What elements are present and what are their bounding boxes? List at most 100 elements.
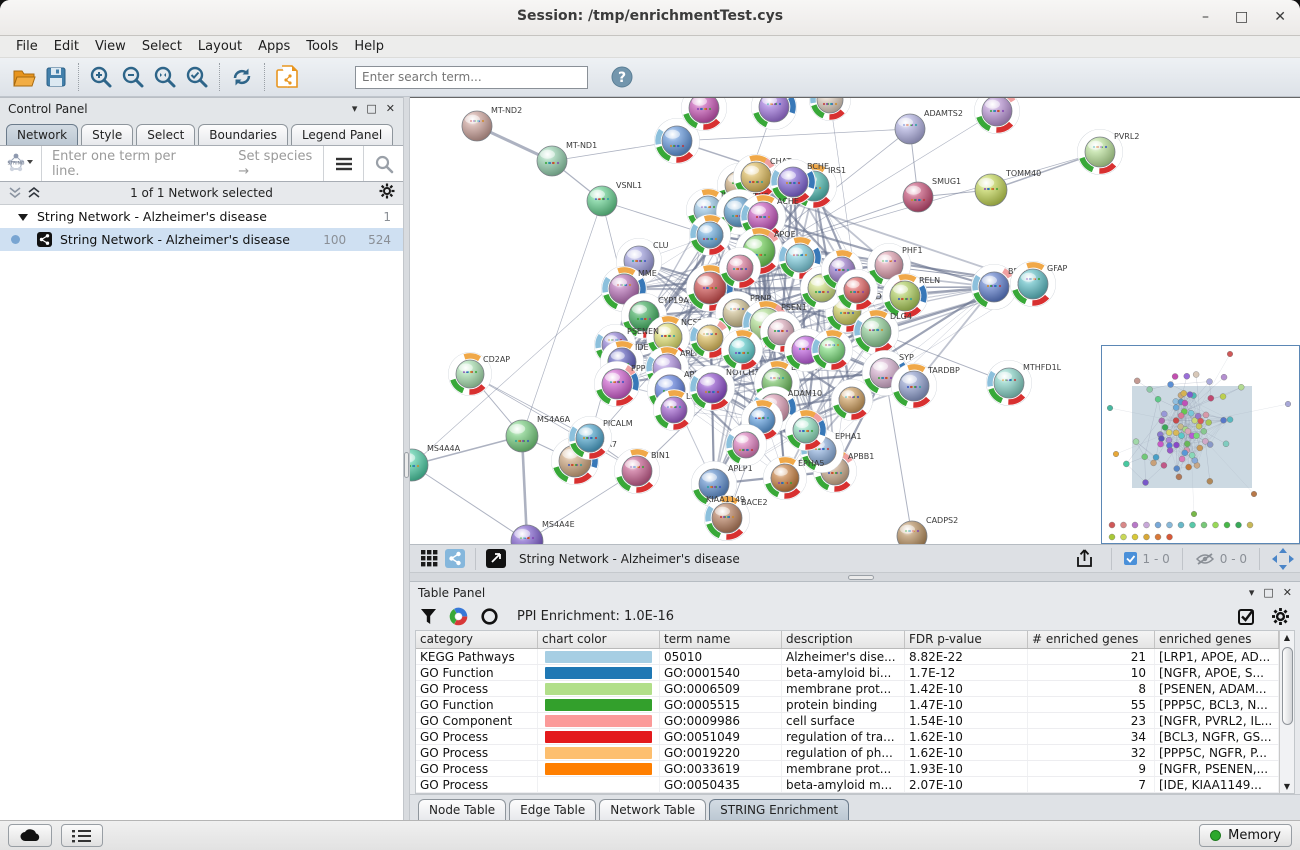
hidden-eye-icon[interactable]	[1195, 552, 1215, 566]
help-icon[interactable]: ?	[606, 61, 638, 93]
grid-view-icon[interactable]	[416, 543, 442, 575]
zoom-fit-icon[interactable]	[149, 61, 181, 93]
open-in-new-icon[interactable]	[483, 543, 509, 575]
table-row[interactable]: GO ProcessGO:0051049regulation of tra...…	[416, 729, 1279, 745]
network-node[interactable]: PVRL2	[1078, 130, 1140, 175]
network-node[interactable]	[832, 380, 873, 421]
save-session-button[interactable]	[40, 61, 72, 93]
scroll-up-icon[interactable]: ▲	[1281, 633, 1293, 642]
vertical-splitter[interactable]	[403, 97, 410, 820]
open-file-button[interactable]	[8, 61, 40, 93]
network-node[interactable]	[722, 330, 763, 371]
network-node[interactable]: CADPS2	[897, 516, 958, 544]
network-node[interactable]: DLG4	[854, 310, 912, 355]
table-tab-edge-table[interactable]: Edge Table	[509, 799, 596, 820]
splitter-grip[interactable]	[404, 452, 409, 478]
scroll-thumb[interactable]	[1282, 647, 1293, 725]
string-share-icon[interactable]	[442, 543, 468, 575]
table-row[interactable]: GO FunctionGO:0005515protein binding1.47…	[416, 697, 1279, 713]
zoom-out-icon[interactable]	[117, 61, 149, 93]
column-header-chart-color[interactable]: chart color	[538, 631, 660, 648]
set-species-label[interactable]: Set species →	[238, 149, 323, 179]
minimize-button[interactable]: –	[1202, 7, 1209, 27]
network-node[interactable]: ADAMTS2	[895, 109, 963, 144]
network-node[interactable]	[786, 410, 827, 451]
horizontal-splitter[interactable]	[410, 572, 1300, 581]
network-node[interactable]: MS4A4A	[410, 444, 461, 481]
table-tab-string-enrichment[interactable]: STRING Enrichment	[709, 799, 849, 820]
menu-apps[interactable]: Apps	[250, 36, 298, 58]
table-row[interactable]: GO ProcessGO:0019220regulation of ph...1…	[416, 745, 1279, 761]
menu-select[interactable]: Select	[134, 36, 190, 58]
table-scrollbar[interactable]: ▲ ▼	[1279, 631, 1294, 793]
panel-close-icon[interactable]: ✕	[1283, 586, 1292, 599]
table-row[interactable]: GO ProcessGO:0033619membrane prot...1.93…	[416, 761, 1279, 777]
menu-tools[interactable]: Tools	[298, 36, 346, 58]
network-node[interactable]	[837, 270, 878, 311]
menu-layout[interactable]: Layout	[190, 36, 250, 58]
table-row[interactable]: GO ComponentGO:0009986cell surface1.54E-…	[416, 713, 1279, 729]
collapse-triangle-icon[interactable]	[18, 213, 28, 221]
network-node[interactable]: CD2AP	[449, 353, 511, 396]
menu-edit[interactable]: Edit	[46, 36, 87, 58]
tab-select[interactable]: Select	[136, 124, 195, 145]
table-gear-icon[interactable]	[1271, 607, 1290, 626]
panel-close-icon[interactable]: ✕	[386, 102, 395, 115]
birdseye-toggle-icon[interactable]	[1272, 548, 1294, 570]
network-node[interactable]	[810, 98, 851, 121]
network-view[interactable]: MT-ND2MT-ND1VSNL1GAB2ADAMTS2SMUG1TOMM40P…	[410, 97, 1300, 544]
birdseye-panel[interactable]	[1101, 345, 1300, 544]
splitter-grip[interactable]	[848, 575, 874, 580]
ring-chart-icon[interactable]	[480, 607, 499, 626]
network-node[interactable]	[726, 425, 767, 466]
table-tab-network-table[interactable]: Network Table	[599, 799, 706, 820]
network-tree-row[interactable]: String Network - Alzheimer's disease1005…	[0, 228, 403, 251]
tab-boundaries[interactable]: Boundaries	[198, 124, 288, 145]
select-all-checkbox-icon[interactable]	[1238, 607, 1257, 626]
export-network-icon[interactable]	[1071, 543, 1099, 575]
menu-help[interactable]: Help	[346, 36, 392, 58]
network-node[interactable]: GFAP	[1011, 262, 1068, 307]
tab-legend-panel[interactable]: Legend Panel	[291, 124, 393, 145]
network-node[interactable]: MT-ND1	[537, 141, 597, 176]
zoom-in-icon[interactable]	[85, 61, 117, 93]
table-row[interactable]: KEGG Pathways05010Alzheimer's dise...8.8…	[416, 649, 1279, 665]
chart-settings-icon[interactable]	[449, 607, 468, 626]
network-node[interactable]: TARDBP	[892, 364, 960, 409]
refresh-icon[interactable]	[226, 61, 258, 93]
tab-style[interactable]: Style	[81, 124, 133, 145]
network-options-gear-icon[interactable]	[379, 183, 395, 203]
network-node[interactable]: TOMM40	[975, 169, 1041, 206]
network-tree-row[interactable]: String Network - Alzheimer's disease1	[0, 205, 403, 228]
network-node[interactable]	[975, 98, 1020, 134]
table-tab-node-table[interactable]: Node Table	[418, 799, 506, 820]
panel-menu-icon[interactable]: ▾	[352, 102, 358, 115]
column-header--enriched-genes[interactable]: # enriched genes	[1028, 631, 1155, 648]
cloud-button[interactable]	[8, 824, 52, 847]
network-node[interactable]	[752, 98, 797, 130]
column-header-FDR-p-value[interactable]: FDR p-value	[905, 631, 1028, 648]
close-button[interactable]: ✕	[1274, 7, 1286, 27]
memory-button[interactable]: Memory	[1199, 824, 1292, 847]
network-node[interactable]	[690, 215, 731, 256]
string-logo-dropdown[interactable]: STRING	[0, 146, 42, 181]
copy-network-icon[interactable]	[271, 61, 303, 93]
selected-checkbox-icon[interactable]	[1124, 552, 1138, 566]
string-menu-icon[interactable]	[323, 146, 363, 181]
network-node[interactable]: MT-ND2	[462, 106, 522, 141]
panel-menu-icon[interactable]: ▾	[1249, 586, 1255, 599]
table-row[interactable]: GO FunctionGO:0001540beta-amyloid bi...1…	[416, 665, 1279, 681]
zoom-selected-icon[interactable]	[181, 61, 213, 93]
network-node[interactable]: BIN1	[615, 449, 670, 494]
network-node[interactable]	[812, 330, 853, 371]
filter-icon[interactable]	[420, 608, 437, 625]
string-search-placeholder[interactable]: Enter one term per line.	[52, 149, 200, 179]
column-header-enriched-genes[interactable]: enriched genes	[1155, 631, 1279, 648]
column-header-term-name[interactable]: term name	[660, 631, 782, 648]
network-node[interactable]	[720, 248, 761, 289]
network-node[interactable]: MS4A4E	[511, 520, 575, 544]
search-input[interactable]	[355, 66, 588, 89]
scroll-down-icon[interactable]: ▼	[1281, 782, 1293, 791]
panel-float-icon[interactable]: □	[1263, 586, 1273, 599]
table-row[interactable]: GO ProcessGO:0006509membrane prot...1.42…	[416, 681, 1279, 697]
